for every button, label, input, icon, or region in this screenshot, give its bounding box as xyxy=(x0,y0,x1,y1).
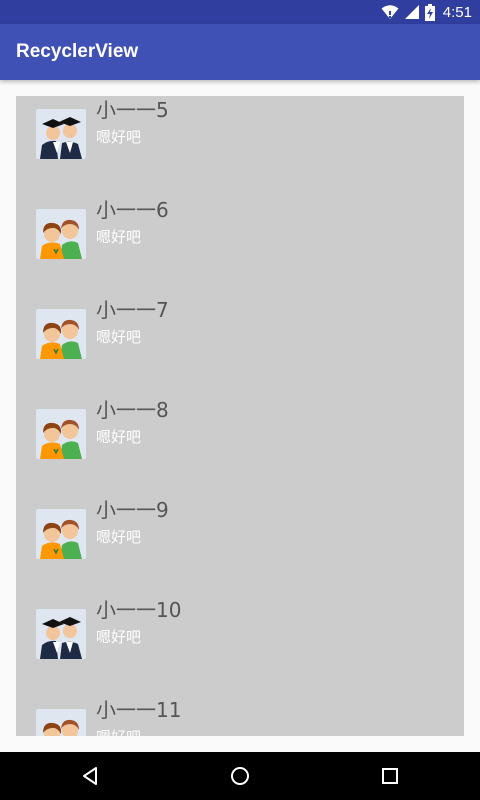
item-message: 嗯好吧 xyxy=(96,128,142,146)
item-name: 小一一8 xyxy=(96,398,169,422)
item-name: 小一一7 xyxy=(96,298,169,322)
friends-avatar-icon xyxy=(36,309,86,359)
list-item[interactable]: 小一一9 嗯好吧 xyxy=(16,484,464,584)
home-button[interactable] xyxy=(210,752,270,800)
status-bar: 4:51 xyxy=(0,0,480,24)
friends-avatar-icon xyxy=(36,709,86,736)
back-button[interactable] xyxy=(60,752,120,800)
item-message: 嗯好吧 xyxy=(96,726,141,736)
recents-button[interactable] xyxy=(360,752,420,800)
list-item[interactable]: 小一一6 嗯好吧 xyxy=(16,184,464,284)
item-name: 小一一9 xyxy=(96,498,169,522)
home-icon xyxy=(231,767,249,785)
friends-avatar-icon xyxy=(36,509,86,559)
item-message: 嗯好吧 xyxy=(96,628,142,646)
back-icon xyxy=(83,767,97,785)
navigation-bar xyxy=(0,752,480,800)
friends-avatar-icon xyxy=(36,209,86,259)
status-time: 4:51 xyxy=(442,3,472,21)
recents-icon xyxy=(382,768,398,784)
graduates-avatar-icon xyxy=(36,609,86,659)
list-item[interactable]: 小一一5 嗯好吧 xyxy=(16,96,464,184)
item-message: 嗯好吧 xyxy=(96,328,142,346)
item-message: 嗯好吧 xyxy=(96,528,142,546)
signal-icon xyxy=(404,5,419,19)
item-name: 小一一10 xyxy=(96,598,182,622)
item-name: 小一一11 xyxy=(96,698,182,722)
status-icons: 4:51 xyxy=(381,0,472,24)
wifi-icon xyxy=(381,5,399,19)
graduates-avatar-icon xyxy=(36,109,86,159)
recycler-view[interactable]: 小一一5 嗯好吧 小一一6 嗯好吧 小一一7 嗯好吧 小一一8 嗯好吧 小一一9 嗯好吧 小一一10… xyxy=(16,96,464,736)
friends-avatar-icon xyxy=(36,409,86,459)
app-bar: RecyclerView xyxy=(0,24,480,80)
list-item[interactable]: 小一一8 嗯好吧 xyxy=(16,384,464,484)
battery-charging-icon xyxy=(424,3,435,21)
app-title: RecyclerView xyxy=(16,41,139,62)
item-name: 小一一6 xyxy=(96,198,169,222)
item-message: 嗯好吧 xyxy=(96,428,142,446)
list-item[interactable]: 小一一7 嗯好吧 xyxy=(16,284,464,384)
list-item[interactable]: 小一一11 嗯好吧 xyxy=(16,684,464,736)
item-message: 嗯好吧 xyxy=(96,228,142,246)
list-item[interactable]: 小一一10 嗯好吧 xyxy=(16,584,464,684)
item-name: 小一一5 xyxy=(96,98,169,122)
